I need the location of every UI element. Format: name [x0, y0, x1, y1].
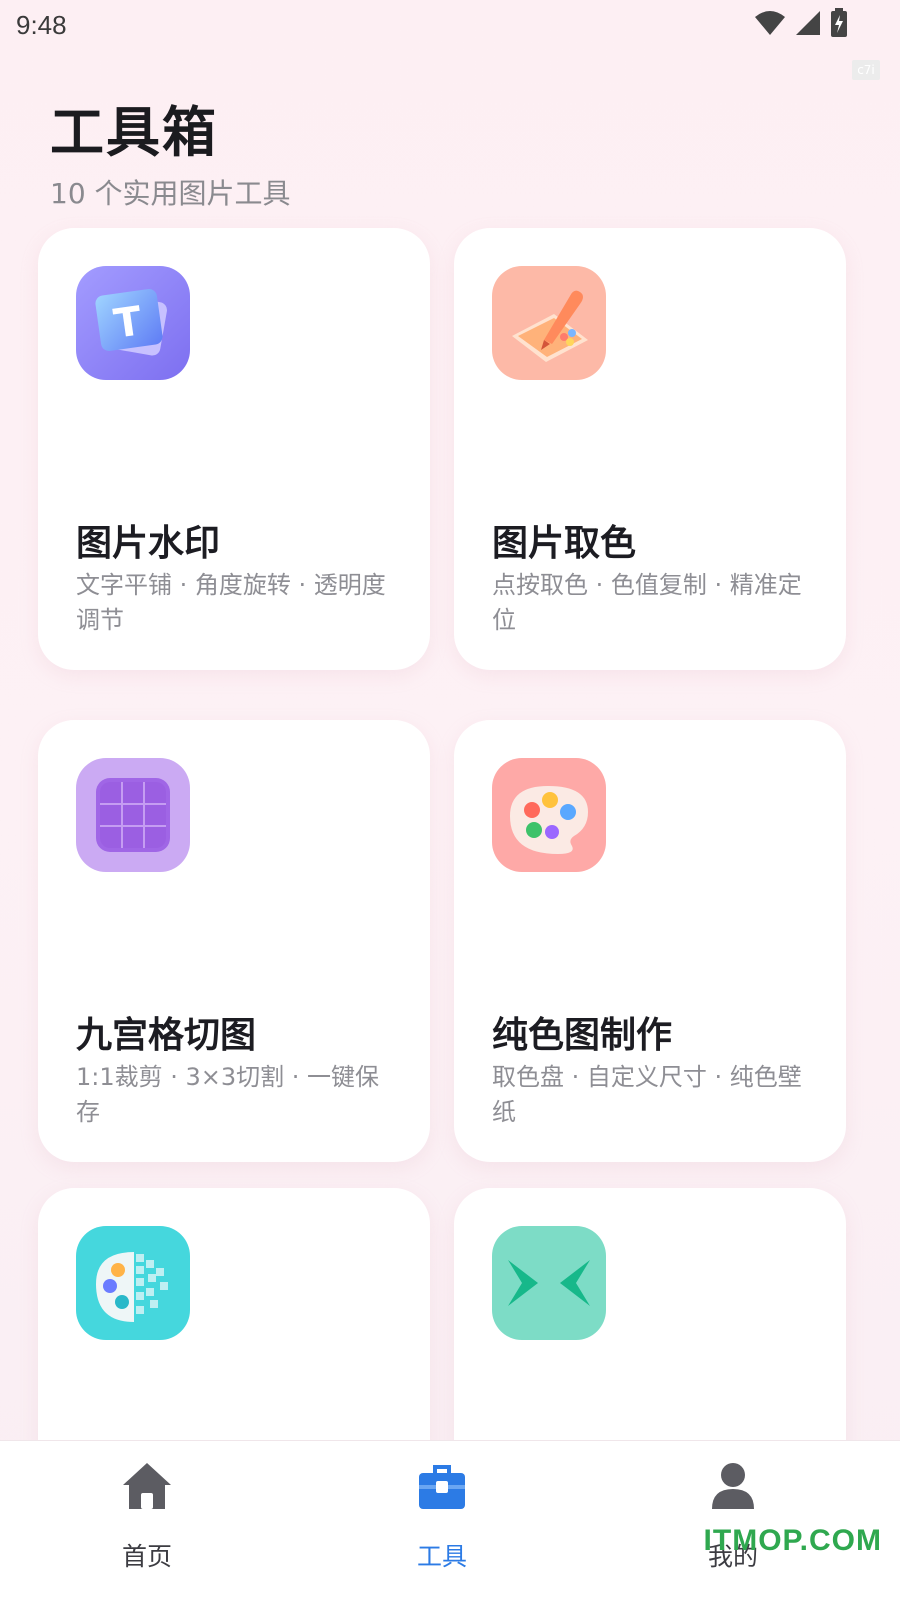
nav-item-home[interactable]: 首页: [87, 1459, 207, 1571]
status-icons: [754, 8, 848, 38]
compress-arrows-icon: [492, 1226, 606, 1340]
grid-cut-icon: [76, 758, 190, 872]
nav-label: 首页: [121, 1542, 172, 1571]
card-desc: 点按取色 · 色值复制 · 精准定位: [492, 571, 802, 634]
status-time: 9:48: [16, 10, 67, 40]
toolbox-icon: [419, 1465, 465, 1509]
bottom-nav: 首页 工具 我的: [0, 1440, 900, 1601]
watermark-text-icon: T: [76, 266, 190, 380]
pixel-palette-icon: [76, 1226, 190, 1340]
signal-icon: [796, 11, 820, 35]
page-title: 工具箱: [50, 101, 218, 164]
palette-icon: [492, 758, 606, 872]
wifi-icon: [755, 11, 785, 35]
home-icon: [123, 1463, 171, 1509]
battery-charging-icon: [831, 8, 847, 37]
card-desc: 取色盘 · 自定义尺寸 · 纯色壁纸: [492, 1063, 802, 1126]
card-desc: 1:1裁剪 · 3×3切割 · 一键保存: [76, 1063, 380, 1126]
card-title: 图片取色: [492, 523, 637, 564]
tool-card-color-picker[interactable]: 图片取色 点按取色 · 色值复制 · 精准定位: [454, 228, 846, 670]
color-picker-pen-icon: [492, 266, 606, 380]
page-subtitle: 10 个实用图片工具: [50, 177, 291, 210]
site-watermark: ITMOP.COM: [703, 1524, 882, 1557]
nav-label: 工具: [416, 1542, 467, 1571]
person-icon: [712, 1463, 754, 1509]
nav-item-tools[interactable]: 工具: [382, 1459, 502, 1571]
card-title: 纯色图制作: [492, 1015, 673, 1056]
corner-tag: c7i: [852, 60, 880, 80]
tool-card-solid-color[interactable]: 纯色图制作 取色盘 · 自定义尺寸 · 纯色壁纸: [454, 720, 846, 1162]
card-desc: 文字平铺 · 角度旋转 · 透明度调节: [76, 571, 386, 634]
card-title: 九宫格切图: [76, 1015, 257, 1056]
status-bar: 9:48: [0, 0, 900, 50]
card-title: 图片水印: [76, 523, 221, 564]
tool-card-grid-cut[interactable]: 九宫格切图 1:1裁剪 · 3×3切割 · 一键保存: [38, 720, 430, 1162]
tool-card-watermark[interactable]: T 图片水印 文字平铺 · 角度旋转 · 透明度调节: [38, 228, 430, 670]
